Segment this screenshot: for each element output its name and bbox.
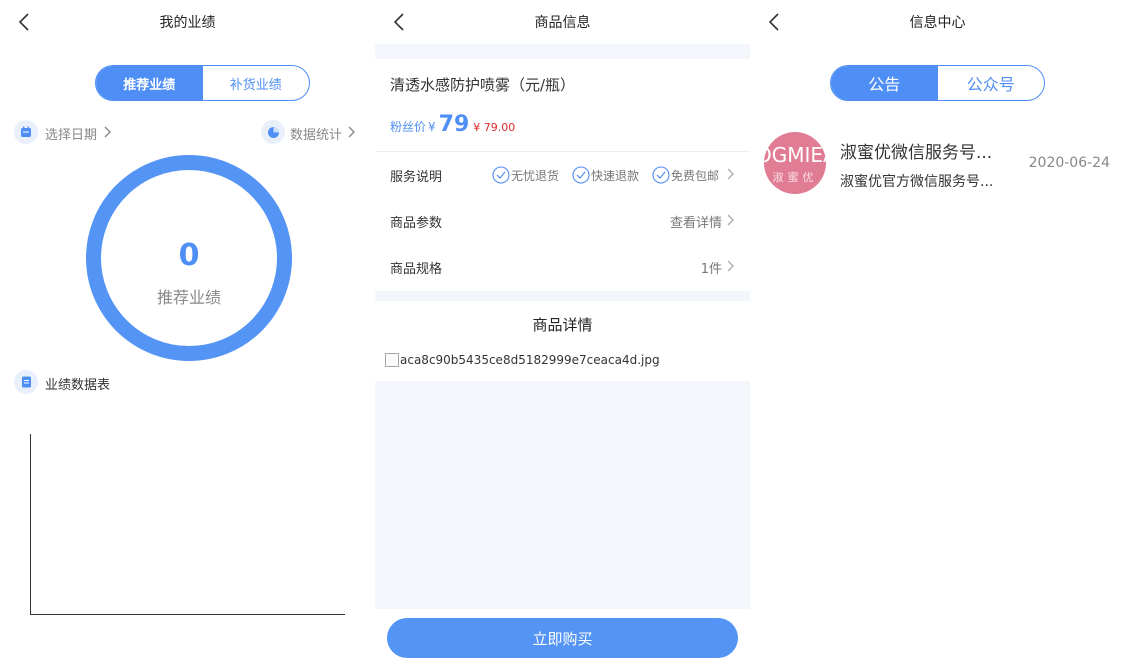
calendar-icon [14,120,38,144]
pie-chart-icon [261,120,285,144]
service-item: 快速退款 [572,166,639,184]
date-picker-label: 选择日期 [45,128,98,143]
chevron-right-icon [348,126,355,138]
check-circle-icon [572,166,590,184]
chevron-right-icon [727,168,734,180]
data-stats-link[interactable]: 数据统计 [290,124,342,143]
buy-now-button[interactable]: 立即购买 [387,618,738,658]
spec-value: 1件 [700,262,722,277]
params-label: 商品参数 [390,216,443,231]
message-description: 淑蜜优官方微信服务号... [840,174,994,190]
chart-x-axis [30,614,345,615]
service-row[interactable]: 服务说明 无忧退货 快速退款 免费包邮 [375,152,750,196]
date-picker[interactable]: 选择日期 [45,124,97,143]
params-value: 查看详情 [669,216,722,231]
product-detail-image: aca8c90b5435ce8d5182999e7ceaca4d.jpg [385,353,660,367]
tab-restock-performance[interactable]: 补货业绩 [203,66,310,100]
chart-y-axis [30,434,31,614]
chevron-right-icon [104,126,111,138]
ring-label: 推荐业绩 [156,288,221,307]
fans-price-label: 粉丝价 [390,120,427,134]
check-circle-icon [492,166,510,184]
tab-announcement[interactable]: 公告 [831,66,938,100]
avatar-logo-text: OGMIEA [764,143,826,167]
price-row: 粉丝价 ¥ 79 ¥ 79.00 [390,112,515,137]
chevron-right-icon [727,214,734,226]
fans-price: 79 [438,112,470,137]
document-icon [14,370,38,394]
params-row[interactable]: 商品参数 查看详情 [375,198,750,242]
info-tabs: 公告 公众号 [830,65,1045,101]
spec-label: 商品规格 [390,262,443,277]
page-title: 信息中心 [909,15,966,31]
broken-image-icon [385,353,399,367]
spec-row[interactable]: 商品规格 1件 [375,244,750,288]
nav-bar: 商品信息 [375,0,750,44]
table-label: 业绩数据表 [45,378,111,393]
service-text: 无忧退货 [511,168,560,183]
avatar: OGMIEA 淑蜜优 [764,132,826,194]
service-item: 无忧退货 [492,166,559,184]
ring-value: 0 [178,238,200,273]
performance-screen: 我的业绩 推荐业绩 补货业绩 选择日期 数据统计 0 推荐业绩 业绩数据表 [0,0,375,667]
nav-bar: 我的业绩 [0,0,375,44]
product-name: 清透水感防护喷雾（元/瓶） [390,76,576,94]
original-price: ¥ 79.00 [473,121,516,134]
data-stats-label: 数据统计 [290,128,343,143]
avatar-sub-text: 淑蜜优 [772,171,818,184]
service-item: 免费包邮 [652,166,719,184]
check-circle-icon [652,166,670,184]
tab-recommend-performance[interactable]: 推荐业绩 [96,66,203,100]
chevron-right-icon [727,260,734,272]
service-label: 服务说明 [390,170,443,185]
section-gap [375,291,750,301]
detail-content-area [375,381,750,609]
info-center-screen: 信息中心 公告 公众号 OGMIEA 淑蜜优 淑蜜优微信服务号... 淑蜜优官方… [750,0,1125,667]
nav-bar: 信息中心 [750,0,1125,44]
message-title: 淑蜜优微信服务号... [840,143,993,163]
currency-symbol: ¥ [428,120,436,134]
detail-title: 商品详情 [532,316,593,334]
tab-official-account[interactable]: 公众号 [938,66,1045,100]
page-title: 我的业绩 [159,15,216,31]
image-alt-text: aca8c90b5435ce8d5182999e7ceaca4d.jpg [400,353,660,367]
performance-ring: 0 推荐业绩 [86,155,292,361]
service-text: 快速退款 [591,168,640,183]
message-date: 2020-06-24 [1028,155,1110,171]
service-text: 免费包邮 [671,168,720,183]
performance-tabs: 推荐业绩 补货业绩 [95,65,310,101]
section-gap [375,44,750,59]
page-title: 商品信息 [534,15,591,31]
product-screen: 商品信息 清透水感防护喷雾（元/瓶） 粉丝价 ¥ 79 ¥ 79.00 服务说明… [375,0,750,667]
